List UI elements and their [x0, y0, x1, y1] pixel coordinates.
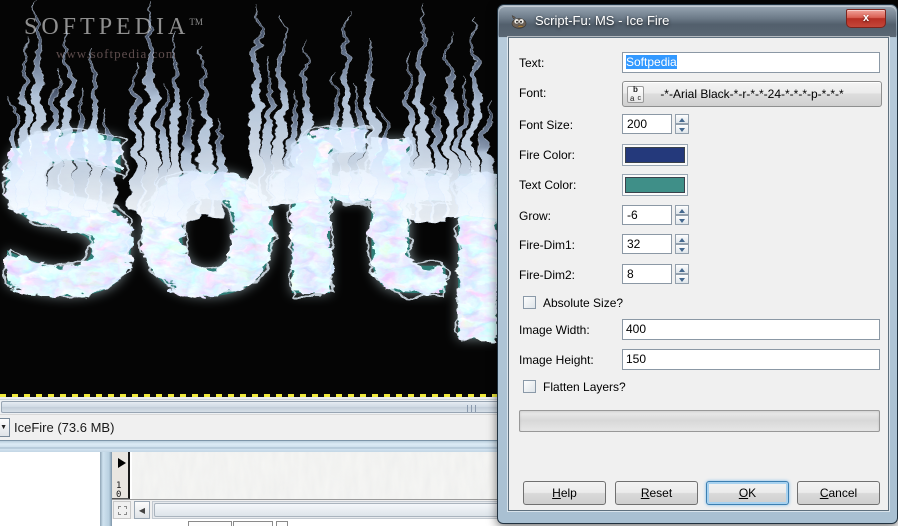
grow-input[interactable]: -6: [622, 205, 672, 225]
down-arrow-icon: [679, 248, 685, 252]
spin-down-button[interactable]: [675, 244, 689, 254]
font-icon-letter: b: [633, 85, 638, 94]
cutoff-control[interactable]: [188, 521, 232, 526]
ice-fire-text-art: Softp Softp Softp Softp: [0, 0, 505, 346]
spin-down-button[interactable]: [675, 215, 689, 225]
image-width-input[interactable]: 400: [622, 319, 880, 340]
text-color-swatch: [625, 177, 685, 193]
dialog-body: Text: Softpedia Font: a c b -*-Arial Bla…: [508, 37, 889, 511]
text-label: Text:: [519, 56, 545, 70]
spin-up-button[interactable]: [675, 264, 689, 274]
close-button[interactable]: x: [846, 9, 886, 28]
flatten-layers-label: Flatten Layers?: [543, 380, 626, 394]
ruler-position-marker-icon: [118, 458, 126, 468]
image-width-label: Image Width:: [519, 323, 590, 337]
reset-button[interactable]: Reset: [615, 481, 698, 505]
font-name-value: -*-Arial Black-*-r-*-*-24-*-*-*-p-*-*-*: [660, 87, 844, 101]
flatten-layers-checkbox[interactable]: [523, 380, 536, 393]
down-arrow-icon: [679, 219, 685, 223]
fire-color-label: Fire Color:: [519, 148, 576, 162]
vertical-ruler: 1 0: [112, 452, 130, 500]
fire-color-button[interactable]: [622, 144, 688, 166]
font-icon: a c b: [627, 85, 644, 103]
up-arrow-icon: [679, 209, 685, 213]
progress-bar: [519, 410, 880, 432]
scroll-left-button[interactable]: ◀: [134, 501, 150, 519]
font-label: Font:: [519, 86, 547, 100]
image-height-label: Image Height:: [519, 353, 594, 367]
font-size-input[interactable]: 200: [622, 114, 672, 134]
status-dropdown-button[interactable]: ▼: [0, 418, 10, 437]
font-size-label: Font Size:: [519, 118, 574, 132]
up-arrow-icon: [679, 268, 685, 272]
spin-up-button[interactable]: [675, 234, 689, 244]
script-fu-dialog: Script-Fu: MS - Ice Fire x Text: Softped…: [497, 4, 898, 524]
quickmask-toggle-button[interactable]: [113, 501, 131, 519]
down-arrow-icon: [679, 278, 685, 282]
fire-dim1-spinner: [675, 234, 689, 254]
help-button[interactable]: Help: [523, 481, 606, 505]
fire-dim1-label: Fire-Dim1:: [519, 238, 575, 252]
up-arrow-icon: [679, 118, 685, 122]
spin-down-button[interactable]: [675, 274, 689, 284]
spin-up-button[interactable]: [675, 114, 689, 124]
text-color-label: Text Color:: [519, 178, 577, 192]
up-arrow-icon: [679, 238, 685, 242]
gimp-wilber-icon: [511, 14, 527, 29]
cutoff-control[interactable]: [276, 521, 288, 526]
fire-dim2-spinner: [675, 264, 689, 284]
absolute-size-label: Absolute Size?: [543, 296, 624, 310]
fire-dim1-input[interactable]: 32: [622, 234, 672, 254]
spin-down-button[interactable]: [675, 124, 689, 134]
spin-up-button[interactable]: [675, 205, 689, 215]
back-window-left-border: [100, 452, 112, 526]
font-size-spinner: [675, 114, 689, 134]
text-input[interactable]: Softpedia: [622, 52, 880, 73]
cutoff-control[interactable]: [233, 521, 273, 526]
text-color-button[interactable]: [622, 174, 688, 196]
scrollbar-grip-icon: [467, 405, 478, 412]
quickmask-icon: [118, 506, 127, 515]
down-arrow-icon: [679, 128, 685, 132]
fire-color-swatch: [625, 147, 685, 163]
font-icon-letter: c: [637, 95, 642, 102]
ok-button[interactable]: OK: [706, 481, 789, 505]
fire-dim2-input[interactable]: 8: [622, 264, 672, 284]
selected-text: Softpedia: [626, 55, 677, 69]
font-picker-button[interactable]: a c b -*-Arial Black-*-r-*-*-24-*-*-*-p-…: [622, 81, 882, 107]
dialog-title-bar[interactable]: Script-Fu: MS - Ice Fire x: [499, 6, 896, 37]
dialog-title: Script-Fu: MS - Ice Fire: [535, 13, 670, 28]
fire-dim2-label: Fire-Dim2:: [519, 268, 575, 282]
absolute-size-checkbox[interactable]: [523, 296, 536, 309]
grow-label: Grow:: [519, 209, 552, 223]
screen: SOFTPEDIATM www.softpedia.com Soft Soft …: [0, 0, 898, 526]
grow-spinner: [675, 205, 689, 225]
image-height-input[interactable]: 150: [622, 349, 880, 370]
cancel-button[interactable]: Cancel: [797, 481, 880, 505]
status-memory-label: IceFire (73.6 MB): [14, 420, 115, 435]
